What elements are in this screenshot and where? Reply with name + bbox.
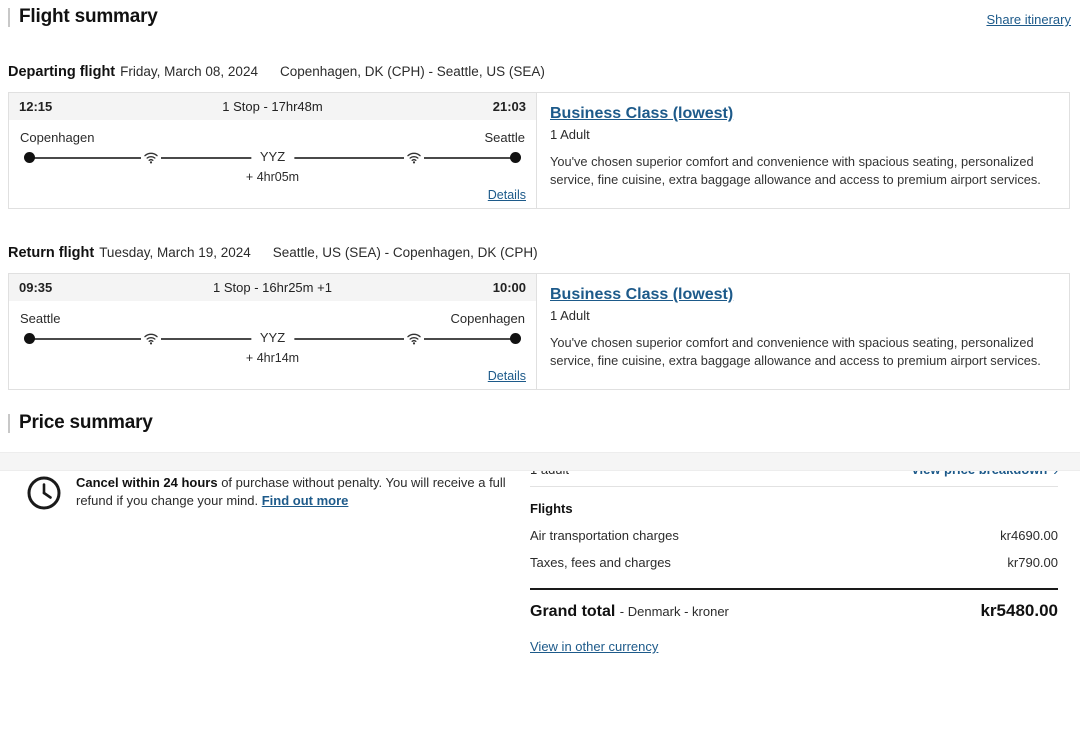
leg-label-departing: Departing flight bbox=[8, 64, 116, 80]
departure-time: 09:35 bbox=[19, 280, 53, 295]
flight-card-right-departing: Business Class (lowest) 1 Adult You've c… bbox=[537, 93, 1069, 208]
flight-route-body-departing: Copenhagen Seattle YYZ + 4hr05m Details bbox=[9, 120, 536, 208]
flight-card-return: 09:35 1 Stop - 16hr25m +1 10:00 Seattle … bbox=[8, 273, 1070, 390]
cancellation-bold-lead: Cancel within 24 hours bbox=[76, 475, 218, 490]
flight-route-body-return: Seattle Copenhagen YYZ + 4hr14m Details bbox=[9, 301, 536, 389]
flight-card-left-return: 09:35 1 Stop - 16hr25m +1 10:00 Seattle … bbox=[9, 274, 537, 389]
find-out-more-link[interactable]: Find out more bbox=[262, 493, 349, 508]
departing-flight-header: Departing flight Friday, March 08, 2024 … bbox=[8, 64, 1072, 80]
origin-city: Seattle bbox=[20, 311, 61, 326]
grand-total-label-group: Grand total - Denmark - kroner bbox=[530, 603, 729, 621]
destination-city: Copenhagen bbox=[450, 311, 525, 326]
destination-city: Seattle bbox=[484, 130, 525, 145]
wifi-icon bbox=[140, 330, 161, 348]
flight-card-departing: 12:15 1 Stop - 17hr48m 21:03 Copenhagen … bbox=[8, 92, 1070, 209]
arrival-time: 10:00 bbox=[492, 280, 526, 295]
details-link[interactable]: Details bbox=[488, 369, 526, 383]
passenger-count: 1 Adult bbox=[550, 308, 590, 323]
grand-total-label: Grand total bbox=[530, 603, 616, 620]
origin-dot bbox=[24, 333, 35, 344]
price-summary-body: Cancel within 24 hours of purchase witho… bbox=[8, 462, 1072, 656]
section-divider-band bbox=[0, 452, 1080, 471]
price-row-label: Air transportation charges bbox=[530, 528, 679, 543]
clock-icon bbox=[26, 475, 62, 656]
cabin-class-link[interactable]: Business Class (lowest) bbox=[550, 286, 733, 304]
leg-date-departing: Friday, March 08, 2024 bbox=[120, 64, 258, 79]
destination-dot bbox=[510, 152, 521, 163]
flights-group-label: Flights bbox=[530, 501, 573, 516]
heading-accent-bar bbox=[8, 7, 10, 27]
section-head-price-summary: Price summary bbox=[8, 412, 1072, 434]
price-row: Taxes, fees and charges kr790.00 bbox=[530, 555, 1058, 570]
arrival-time: 21:03 bbox=[492, 99, 526, 114]
grand-total-currency: - Denmark - kroner bbox=[619, 604, 729, 619]
passenger-count: 1 Adult bbox=[550, 127, 590, 142]
price-breakdown-column: 1 adult View price breakdown › Flights A… bbox=[530, 462, 1072, 656]
price-row-amount: kr4690.00 bbox=[1000, 528, 1058, 543]
wifi-icon bbox=[404, 149, 425, 167]
layover-duration: + 4hr14m bbox=[245, 351, 300, 365]
flight-summary-header: Flight summary Share itinerary bbox=[8, 6, 1072, 28]
leg-route-return: Seattle, US (SEA) - Copenhagen, DK (CPH) bbox=[272, 245, 538, 260]
destination-dot bbox=[510, 333, 521, 344]
flight-summary-section: Flight summary Share itinerary Departing… bbox=[0, 0, 1080, 390]
details-link[interactable]: Details bbox=[488, 188, 526, 202]
grand-total-rule bbox=[530, 588, 1058, 590]
leg-route-departing: Copenhagen, DK (CPH) - Seattle, US (SEA) bbox=[279, 64, 545, 79]
price-row-label: Taxes, fees and charges bbox=[530, 555, 671, 570]
cancellation-policy: Cancel within 24 hours of purchase witho… bbox=[8, 462, 530, 656]
city-row-departing: Copenhagen Seattle bbox=[19, 130, 526, 145]
origin-dot bbox=[24, 152, 35, 163]
wifi-icon bbox=[140, 149, 161, 167]
route-line-departing: YYZ bbox=[19, 148, 526, 167]
grand-total-amount: kr5480.00 bbox=[980, 601, 1058, 620]
price-row: Air transportation charges kr4690.00 bbox=[530, 528, 1058, 543]
page-title: Flight summary bbox=[19, 6, 158, 27]
price-summary-title: Price summary bbox=[19, 412, 153, 433]
leg-date-return: Tuesday, March 19, 2024 bbox=[99, 245, 251, 260]
flight-card-left-departing: 12:15 1 Stop - 17hr48m 21:03 Copenhagen … bbox=[9, 93, 537, 208]
stop-airport-code: YYZ bbox=[250, 329, 295, 347]
cabin-class-link[interactable]: Business Class (lowest) bbox=[550, 105, 733, 123]
section-head-flight-summary: Flight summary bbox=[8, 6, 158, 28]
cabin-description: You've chosen superior comfort and conve… bbox=[550, 335, 1041, 368]
share-itinerary-link[interactable]: Share itinerary bbox=[986, 6, 1072, 27]
grand-total-row: Grand total - Denmark - kroner kr5480.00 bbox=[530, 601, 1058, 621]
wifi-icon bbox=[404, 330, 425, 348]
departure-time: 12:15 bbox=[19, 99, 53, 114]
return-flight-header: Return flight Tuesday, March 19, 2024 Se… bbox=[8, 245, 1072, 261]
price-row-amount: kr790.00 bbox=[1007, 555, 1058, 570]
view-in-other-currency-link[interactable]: View in other currency bbox=[530, 639, 658, 654]
flight-card-right-return: Business Class (lowest) 1 Adult You've c… bbox=[537, 274, 1069, 389]
cabin-description: You've chosen superior comfort and conve… bbox=[550, 154, 1041, 187]
stops-duration: 1 Stop - 17hr48m bbox=[222, 99, 323, 114]
flight-times-bar-departing: 12:15 1 Stop - 17hr48m 21:03 bbox=[9, 93, 536, 120]
heading-accent-bar bbox=[8, 413, 10, 433]
leg-label-return: Return flight bbox=[8, 245, 95, 261]
cancellation-text: Cancel within 24 hours of purchase witho… bbox=[76, 474, 516, 656]
stops-duration: 1 Stop - 16hr25m +1 bbox=[213, 280, 332, 295]
origin-city: Copenhagen bbox=[20, 130, 95, 145]
route-line-return: YYZ bbox=[19, 329, 526, 348]
price-summary-section: Price summary Cancel within 24 hours of … bbox=[0, 412, 1080, 656]
stop-airport-code: YYZ bbox=[250, 148, 295, 166]
layover-duration: + 4hr05m bbox=[245, 170, 300, 184]
flight-times-bar-return: 09:35 1 Stop - 16hr25m +1 10:00 bbox=[9, 274, 536, 301]
city-row-return: Seattle Copenhagen bbox=[19, 311, 526, 326]
